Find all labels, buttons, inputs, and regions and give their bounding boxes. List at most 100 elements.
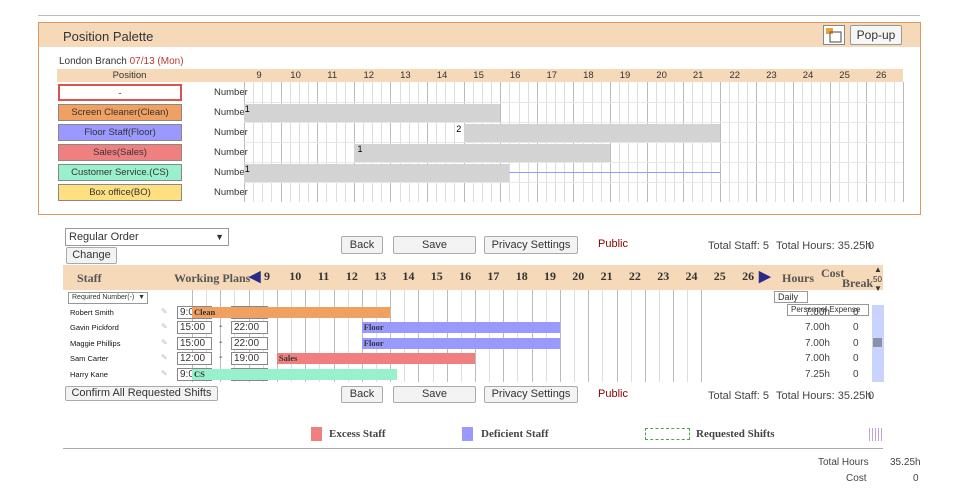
palette-hour-label: 15 (473, 70, 484, 81)
end-time-field[interactable]: 19:00 (231, 352, 268, 366)
row-cost: 0 (853, 368, 859, 380)
working-plans-header: Working Plans (174, 271, 251, 285)
position-palette: Position Palette Pop-up London Branch 07… (38, 22, 921, 215)
position-chip[interactable]: Customer Service.(CS) (58, 164, 182, 181)
palette-hour-label: 17 (546, 70, 558, 81)
privacy-settings-button-bottom[interactable]: Privacy Settings (484, 386, 578, 403)
shift-bar[interactable]: Clean (192, 307, 391, 318)
end-time-field[interactable]: 22:00 (231, 321, 268, 335)
row-separator (244, 122, 903, 123)
scroll-up-icon[interactable]: ▲ (874, 265, 882, 274)
coverage-count: 1 (357, 144, 363, 154)
row-cost: 0 (853, 337, 859, 349)
end-time-field[interactable]: 22:00 (231, 336, 268, 350)
schedule-hour-label: 16 (459, 269, 472, 283)
palette-hour-label: 13 (400, 70, 411, 81)
cost-header: Cost (821, 266, 845, 280)
start-time-field[interactable]: 12:00 (177, 352, 212, 366)
schedule-hour-label: 18 (515, 269, 528, 283)
row-separator (244, 102, 903, 103)
schedule-hour-label: 15 (430, 269, 443, 283)
row-cost: 0 (853, 322, 859, 334)
striped-legend-icon (869, 428, 883, 441)
coverage-count: 1 (244, 164, 250, 174)
coverage-bar (244, 104, 501, 122)
time-separator: - (219, 352, 223, 364)
coverage-bar (353, 144, 610, 162)
order-type-value: Regular Order (69, 231, 139, 243)
order-type-select[interactable]: Regular Order ▼ (65, 228, 229, 246)
edit-pencil-icon[interactable]: ✎ (161, 322, 168, 331)
required-number-value: Required Number(-) (72, 294, 135, 301)
palette-title: Position Palette (63, 29, 154, 44)
required-number-select[interactable]: Required Number(-) ▼ (68, 292, 148, 304)
back-button[interactable]: Back (341, 236, 383, 254)
schedule-hour-label: 26 (742, 269, 755, 283)
schedule-hour-label: 22 (628, 269, 641, 283)
staff-row[interactable]: Maggie Phillips ✎ 15:00-22:00 Floor 7.00h 0 (63, 336, 883, 351)
schedule-hour-label: 19 (544, 269, 556, 283)
total-staff-bottom: Total Staff: 5 (708, 390, 769, 402)
next-arrow-icon[interactable]: ▶ (759, 267, 771, 285)
change-button[interactable]: Change (66, 247, 117, 264)
total-cost: 0 (868, 240, 875, 252)
shift-bar[interactable]: Floor (361, 322, 560, 334)
privacy-settings-button[interactable]: Privacy Settings (484, 236, 578, 254)
edit-pencil-icon[interactable]: ✎ (161, 353, 168, 362)
daily-select[interactable]: Daily (774, 291, 808, 303)
deficient-staff-swatch (462, 427, 473, 441)
position-table-header: Position 9 10 11 12 13 14 15 16 17 18 19 20 21 22 23 24… (57, 69, 903, 82)
excess-staff-label: Excess Staff (329, 428, 386, 440)
hours-header: Hours (782, 271, 815, 285)
coverage-count: 2 (456, 124, 462, 134)
position-chip[interactable]: Floor Staff(Floor) (58, 124, 182, 141)
edit-pencil-icon[interactable]: ✎ (161, 338, 168, 347)
number-label: Number (214, 167, 248, 178)
total-cost-bottom: 0 (868, 390, 875, 402)
palette-hour-label: 24 (802, 70, 814, 81)
schedule-hour-label: 20 (572, 269, 585, 283)
palette-hour-label: 23 (766, 70, 777, 81)
staff-name: Maggie Phillips (70, 338, 121, 348)
palette-grid: 1 2 1 1 (244, 82, 904, 202)
save-button[interactable]: Save (393, 236, 476, 254)
number-label: Number (214, 107, 248, 118)
start-time-field[interactable]: 15:00 (177, 336, 212, 350)
legend-divider (63, 448, 883, 449)
palette-hour-label: 25 (839, 70, 850, 81)
back-button-bottom[interactable]: Back (341, 386, 383, 403)
palette-hour-label: 26 (875, 70, 887, 81)
palette-hour-label: 9 (256, 70, 262, 81)
save-button-bottom[interactable]: Save (393, 386, 476, 403)
position-chip[interactable]: Screen Cleaner(Clean) (58, 104, 182, 121)
staff-row[interactable]: Sam Carter ✎ 12:00-19:00 Sales 7.00h 0 (63, 351, 883, 366)
staff-name: Gavin Pickford (70, 323, 119, 333)
staff-row[interactable]: Gavin Pickford ✎ 15:00-22:00 Floor 7.00h 0 (63, 320, 883, 335)
scroll-down-icon[interactable]: ▼ (874, 284, 882, 293)
edit-pencil-icon[interactable]: ✎ (161, 369, 168, 378)
shift-bar[interactable]: Sales (276, 353, 475, 365)
number-label: Number (214, 87, 248, 98)
palette-hour-label: 16 (509, 70, 521, 81)
requested-shifts-label: Requested Shifts (696, 428, 775, 440)
edit-pencil-icon[interactable]: ✎ (161, 307, 168, 316)
staff-row[interactable]: Robert Smith✎9:00-16:00Clean7.00h0 (63, 305, 883, 320)
shift-bar[interactable]: CS (192, 368, 398, 380)
confirm-requested-shifts-button[interactable]: Confirm All Requested Shifts (65, 386, 218, 401)
start-time-field[interactable]: 15:00 (177, 321, 212, 335)
staff-name: Sam Carter (70, 354, 109, 364)
row-cost: 0 (853, 307, 859, 318)
popup-window-icon[interactable] (823, 25, 845, 45)
shift-bar[interactable]: Floor (361, 337, 560, 349)
row-hours: 7.00h (804, 307, 830, 318)
staff-row[interactable]: Harry Kane✎9:00-16:15CS7.25h0 (63, 367, 883, 382)
position-chip[interactable]: - (58, 84, 182, 101)
position-chip[interactable]: Sales(Sales) (58, 144, 182, 161)
number-label: Number (214, 127, 248, 138)
popup-button[interactable]: Pop-up (850, 25, 902, 45)
branch-info: London Branch 07/13 (Mon) (59, 56, 184, 67)
position-chip[interactable]: Box office(BO) (58, 184, 182, 201)
branch-date: 07/13 (Mon) (129, 56, 184, 67)
coverage-bar (244, 164, 510, 182)
schedule-hour-label: 11 (317, 269, 330, 283)
